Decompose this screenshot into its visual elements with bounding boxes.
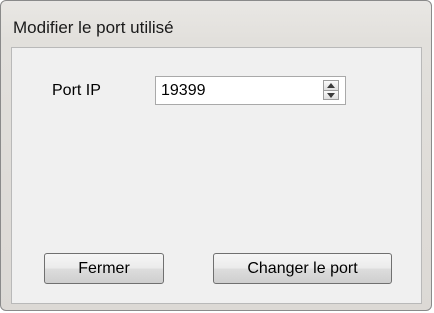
dialog-window: Modifier le port utilisé Port IP 19399 F… <box>0 0 432 311</box>
title-bar[interactable]: Modifier le port utilisé <box>1 1 431 45</box>
dialog-body: Port IP 19399 Fermer Changer le port <box>11 47 422 304</box>
port-ip-label: Port IP <box>52 82 101 99</box>
close-button[interactable]: Fermer <box>44 253 164 284</box>
spin-down-button[interactable] <box>323 90 339 100</box>
spin-up-icon <box>327 83 335 88</box>
spin-down-icon <box>327 93 335 98</box>
spin-up-button[interactable] <box>323 80 339 90</box>
window-title: Modifier le port utilisé <box>13 18 174 37</box>
port-ip-stepper[interactable]: 19399 <box>155 76 346 105</box>
change-port-button[interactable]: Changer le port <box>213 253 392 284</box>
stepper-buttons <box>323 80 339 100</box>
port-ip-value[interactable]: 19399 <box>161 82 206 100</box>
